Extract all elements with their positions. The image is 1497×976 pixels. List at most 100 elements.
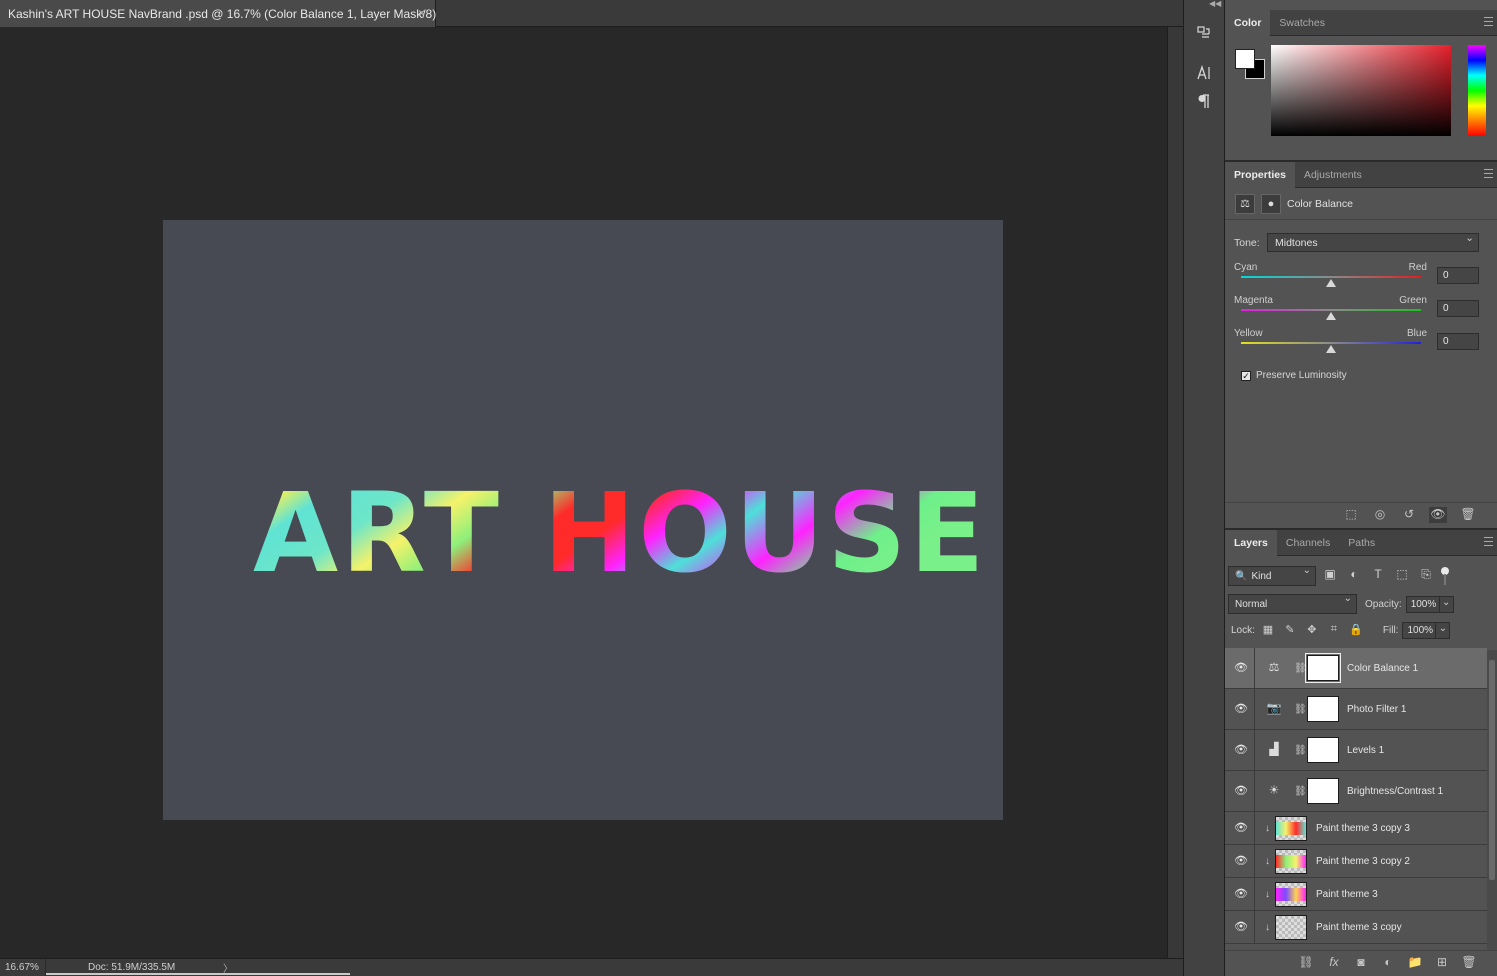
visibility-eye-icon[interactable]: 👁 [1429, 507, 1447, 523]
color-balance-icon[interactable]: ⚖ [1235, 193, 1255, 214]
filter-kind-select[interactable]: 🔍 Kind [1228, 565, 1316, 586]
link-layers-icon[interactable]: ⛓ [1297, 955, 1315, 971]
layer-name[interactable]: Paint theme 3 [1316, 889, 1378, 900]
character-icon[interactable] [1193, 62, 1215, 84]
layer-row[interactable]: 👁 ▟ ⛓ Levels 1 [1225, 730, 1487, 771]
panel-menu-icon[interactable] [1484, 17, 1493, 26]
paragraph-icon[interactable] [1193, 90, 1215, 112]
history-icon[interactable] [1193, 22, 1215, 44]
cyan-red-value[interactable]: 0 [1437, 267, 1479, 284]
tab-paths[interactable]: Paths [1339, 530, 1384, 556]
new-adjustment-layer-icon[interactable]: ◐ [1379, 955, 1397, 971]
eye-icon[interactable]: 👁 [1234, 854, 1248, 868]
opacity-input[interactable]: 100% [1405, 595, 1440, 613]
layer-name[interactable]: Paint theme 3 copy [1316, 922, 1402, 933]
magenta-green-thumb[interactable] [1326, 312, 1336, 320]
close-icon[interactable]: × [418, 6, 425, 20]
lock-all-icon[interactable]: 🔒 [1347, 623, 1365, 639]
zoom-readout[interactable]: 16.67% [0, 959, 46, 976]
layer-mask-thumbnail[interactable] [1307, 696, 1339, 722]
lock-paint-icon[interactable]: ✎ [1281, 623, 1299, 639]
layer-name[interactable]: Brightness/Contrast 1 [1347, 786, 1443, 797]
layer-mask-thumbnail[interactable] [1307, 737, 1339, 763]
reset-icon[interactable]: ↺ [1400, 507, 1418, 523]
layer-row[interactable]: 👁 ⚖ ⛓ Color Balance 1 [1225, 648, 1487, 689]
smart-object-filter-icon[interactable]: ⎘ [1416, 567, 1436, 585]
layer-mask-thumbnail[interactable] [1305, 653, 1341, 683]
yellow-blue-value[interactable]: 0 [1437, 333, 1479, 350]
layer-thumbnail[interactable] [1275, 816, 1307, 841]
blend-mode-select[interactable]: Normal [1228, 593, 1357, 614]
lock-transparency-icon[interactable]: ▦ [1259, 623, 1277, 639]
layer-name[interactable]: Photo Filter 1 [1347, 704, 1406, 715]
tab-layers[interactable]: Layers [1225, 530, 1277, 556]
type-filter-icon[interactable]: T [1368, 567, 1388, 585]
fill-input[interactable]: 100% [1402, 622, 1437, 639]
link-chain-icon[interactable]: ⛓ [1294, 663, 1307, 674]
foreground-color-swatch[interactable] [1235, 49, 1255, 69]
opacity-dropdown-icon[interactable]: ⌄ [1439, 595, 1454, 613]
layer-name[interactable]: Paint theme 3 copy 3 [1316, 823, 1410, 834]
cyan-red-track[interactable] [1241, 276, 1421, 278]
lock-artboard-icon[interactable]: ⌗ [1325, 623, 1343, 639]
shape-filter-icon[interactable]: ⬚ [1392, 567, 1412, 585]
eye-icon[interactable]: 👁 [1234, 661, 1248, 675]
new-layer-icon[interactable]: ⊞ [1433, 955, 1451, 971]
layer-thumbnail[interactable] [1275, 882, 1307, 907]
add-mask-icon[interactable]: ◙ [1352, 955, 1370, 971]
delete-icon[interactable]: 🗑 [1459, 507, 1477, 523]
layer-name[interactable]: Levels 1 [1347, 745, 1384, 756]
canvas-area[interactable]: ART HOUSE [0, 27, 1167, 958]
lock-position-icon[interactable]: ✥ [1303, 623, 1321, 639]
eye-icon[interactable]: 👁 [1234, 743, 1248, 757]
layer-thumbnail[interactable] [1275, 915, 1307, 940]
eye-icon[interactable]: 👁 [1234, 702, 1248, 716]
hue-slider[interactable] [1468, 45, 1486, 136]
yellow-blue-thumb[interactable] [1326, 345, 1336, 353]
clip-to-layer-icon[interactable]: ⬚ [1342, 507, 1360, 523]
layer-thumbnail[interactable] [1275, 849, 1307, 874]
eye-icon[interactable]: 👁 [1234, 784, 1248, 798]
filter-toggle[interactable] [1440, 567, 1450, 585]
layer-row[interactable]: 👁 ↓ Paint theme 3 copy [1225, 911, 1487, 944]
layer-name[interactable]: Paint theme 3 copy 2 [1316, 856, 1410, 867]
cyan-red-thumb[interactable] [1326, 279, 1336, 287]
layer-row[interactable]: 👁 ↓ Paint theme 3 copy 3 [1225, 812, 1487, 845]
layers-scrollbar[interactable] [1487, 650, 1497, 950]
layer-mask-thumbnail[interactable] [1307, 778, 1339, 804]
panel-menu-icon[interactable] [1484, 169, 1493, 178]
link-chain-icon[interactable]: ⛓ [1294, 745, 1307, 756]
layer-row[interactable]: 👁 📷 ⛓ Photo Filter 1 [1225, 689, 1487, 730]
fx-icon[interactable]: fx [1325, 955, 1343, 971]
color-picker-field[interactable] [1271, 45, 1451, 136]
view-previous-state-icon[interactable]: ◎ [1371, 507, 1389, 523]
delete-layer-icon[interactable]: 🗑 [1460, 955, 1478, 971]
eye-icon[interactable]: 👁 [1234, 821, 1248, 835]
adjustment-filter-icon[interactable]: ◐ [1344, 567, 1364, 585]
canvas-vertical-scrollbar[interactable] [1167, 27, 1183, 958]
eye-icon[interactable]: 👁 [1234, 887, 1248, 901]
link-chain-icon[interactable]: ⛓ [1294, 786, 1307, 797]
magenta-green-track[interactable] [1241, 309, 1421, 311]
layer-row[interactable]: 👁 ☀ ⛓ Brightness/Contrast 1 [1225, 771, 1487, 812]
yellow-blue-track[interactable] [1241, 342, 1421, 344]
layer-row[interactable]: 👁 ↓ Paint theme 3 [1225, 878, 1487, 911]
tab-channels[interactable]: Channels [1277, 530, 1339, 556]
tab-properties[interactable]: Properties [1225, 162, 1295, 188]
eye-icon[interactable]: 👁 [1234, 920, 1248, 934]
layer-name[interactable]: Color Balance 1 [1347, 663, 1418, 674]
layer-row[interactable]: 👁 ↓ Paint theme 3 copy 2 [1225, 845, 1487, 878]
new-group-icon[interactable]: 📁 [1406, 955, 1424, 971]
tab-adjustments[interactable]: Adjustments [1295, 162, 1371, 188]
magenta-green-value[interactable]: 0 [1437, 300, 1479, 317]
artboard[interactable]: ART HOUSE [163, 220, 1003, 820]
document-tab[interactable]: Kashin's ART HOUSE NavBrand .psd @ 16.7%… [0, 0, 436, 27]
layer-mask-icon[interactable]: ● [1261, 193, 1281, 214]
panel-menu-icon[interactable] [1484, 537, 1493, 546]
tab-color[interactable]: Color [1225, 10, 1271, 36]
tab-swatches[interactable]: Swatches [1270, 10, 1334, 36]
layers-scroll-thumb[interactable] [1489, 660, 1495, 880]
collapse-arrows-icon[interactable]: ◀◀ [1209, 0, 1221, 8]
link-chain-icon[interactable]: ⛓ [1294, 704, 1307, 715]
tone-select[interactable]: Midtones [1267, 232, 1479, 252]
